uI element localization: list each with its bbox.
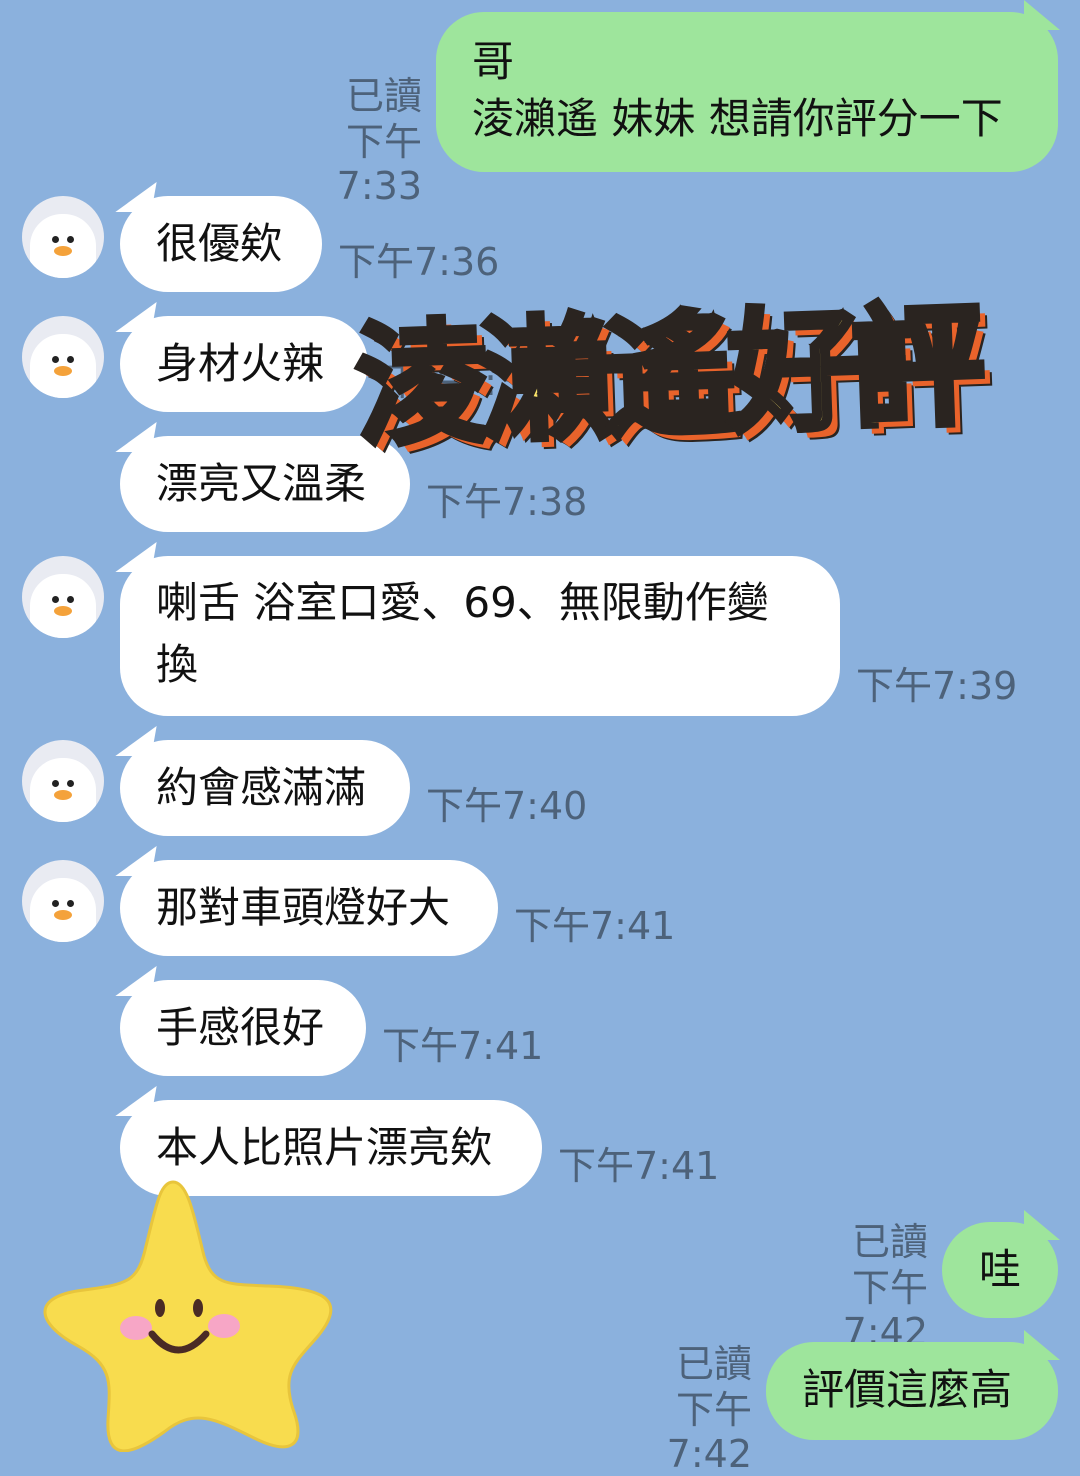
message-text: 哥 [472, 37, 515, 86]
chat-thread: 已讀 下午7:33 哥 淩瀨遙 妹妹 想請你評分一下 很優欸 下午7:36 身材… [0, 0, 1080, 1476]
outgoing-message[interactable]: 哇 [942, 1210, 1060, 1318]
outgoing-message[interactable]: 哥 淩瀨遙 妹妹 想請你評分一下 [436, 0, 1060, 172]
contact-avatar[interactable] [22, 740, 104, 822]
penguin-avatar-icon [30, 214, 96, 278]
penguin-avatar-icon [30, 334, 96, 398]
message-time: 下午7:41 [558, 1144, 720, 1188]
message-time: 下午7:41 [382, 1024, 544, 1068]
contact-avatar[interactable] [22, 196, 104, 278]
read-receipt: 已讀 [851, 1220, 928, 1264]
incoming-message[interactable]: 身材火辣 [120, 316, 368, 412]
contact-avatar[interactable] [22, 556, 104, 638]
incoming-message[interactable]: 約會感滿滿 [120, 740, 410, 836]
incoming-message[interactable]: 手感很好 [120, 980, 366, 1076]
message-time: 下午7:41 [514, 904, 676, 948]
message-time: 下午7:38 [426, 480, 588, 524]
message-text: 喇舌 浴室口愛、69、無限動作變 [156, 578, 769, 627]
message-time: 下午7:40 [426, 784, 588, 828]
overlay-title: 淩瀨遙好評 [351, 286, 982, 468]
incoming-message[interactable]: 很優欸 [120, 196, 322, 292]
incoming-message[interactable]: 那對車頭燈好大 [120, 860, 498, 956]
message-time: 下午7:39 [856, 664, 1018, 708]
message-time: 下午7:33 [336, 120, 422, 208]
incoming-message[interactable]: 喇舌 浴室口愛、69、無限動作變 換 [120, 556, 840, 716]
outgoing-message[interactable]: 評價這麼高 [766, 1330, 1060, 1440]
penguin-avatar-icon [30, 878, 96, 942]
penguin-avatar-icon [30, 574, 96, 638]
message-time: 下午7:42 [666, 1388, 752, 1476]
smiling-star-sticker-icon [43, 1180, 333, 1452]
message-text: 換 [156, 640, 199, 689]
message-text: 淩瀨遙 妹妹 想請你評分一下 [472, 94, 1003, 143]
contact-avatar[interactable] [22, 860, 104, 942]
read-receipt: 已讀 [675, 1342, 752, 1386]
read-receipt: 已讀 [345, 74, 422, 118]
contact-avatar[interactable] [22, 316, 104, 398]
penguin-avatar-icon [30, 758, 96, 822]
message-time: 下午7:42 [842, 1266, 928, 1354]
